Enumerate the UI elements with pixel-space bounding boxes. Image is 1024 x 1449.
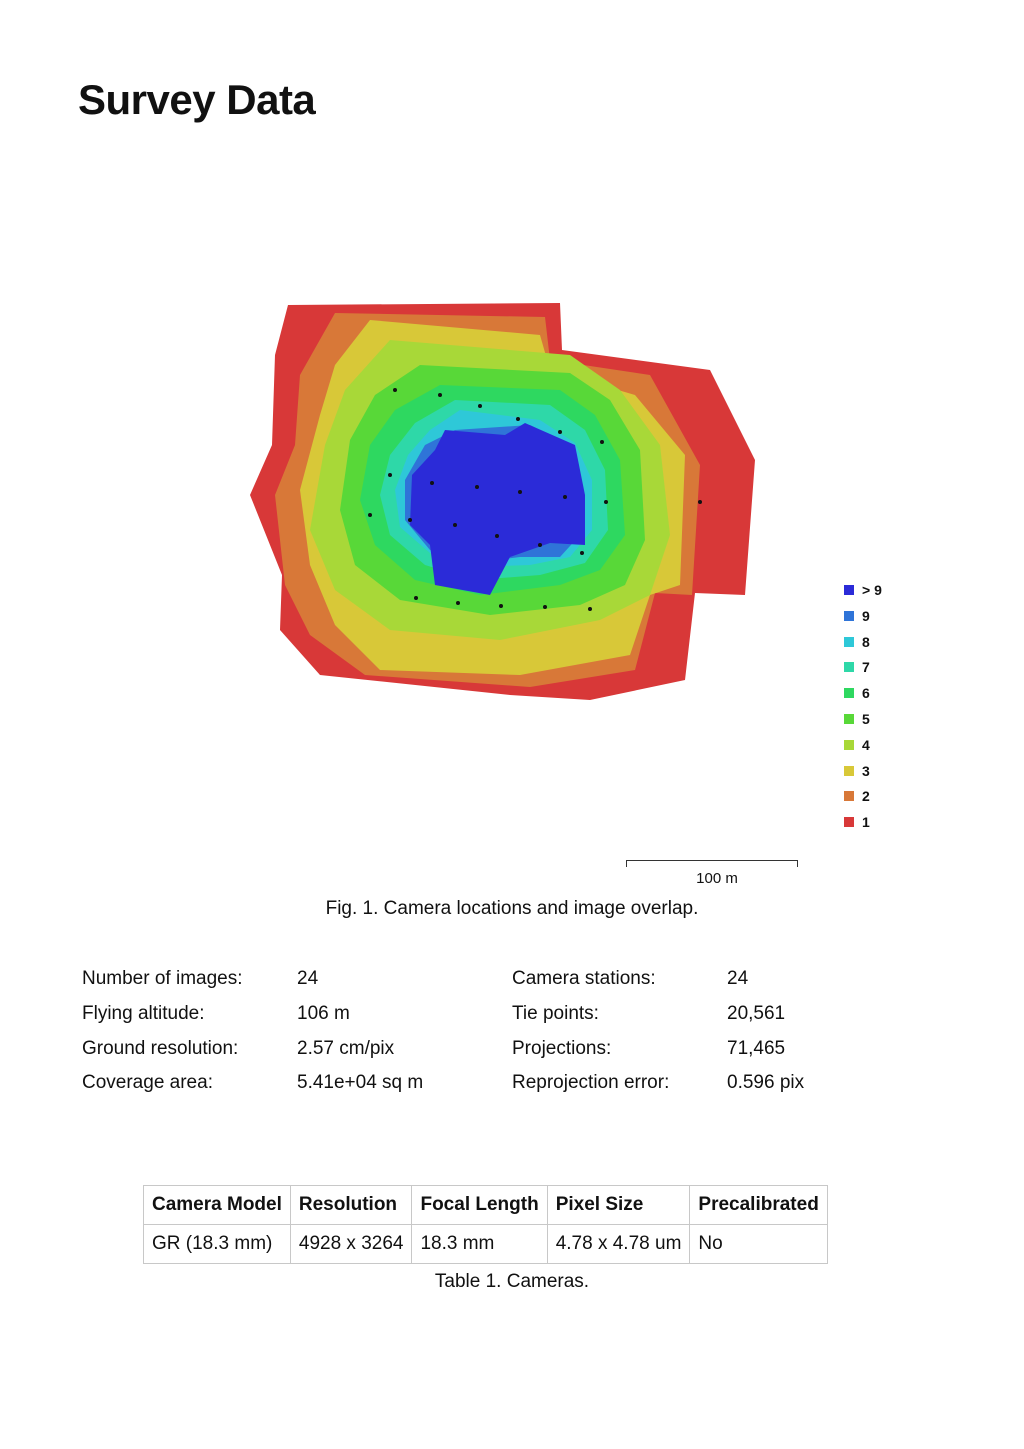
scale-bar: 100 m bbox=[626, 856, 798, 896]
table-header: Pixel Size bbox=[546, 1185, 691, 1225]
camera-location-dot bbox=[495, 534, 499, 538]
stat-label: Coverage area: bbox=[82, 1072, 213, 1093]
stat-value: 0.596 pix bbox=[727, 1072, 805, 1093]
legend-swatch bbox=[844, 662, 854, 673]
table-header: Precalibrated bbox=[689, 1185, 828, 1225]
camera-location-dot bbox=[393, 388, 397, 392]
camera-location-dot bbox=[408, 518, 412, 522]
stat-value: 20,561 bbox=[727, 1003, 786, 1024]
stat-label: Tie points: bbox=[512, 1003, 599, 1024]
camera-location-dot bbox=[368, 513, 372, 517]
legend-item: 1 bbox=[844, 812, 870, 832]
table-cell: 4.78 x 4.78 um bbox=[546, 1224, 691, 1264]
legend-label: 9 bbox=[862, 607, 870, 624]
stat-label: Camera stations: bbox=[512, 968, 656, 989]
camera-location-dot bbox=[588, 607, 592, 611]
stat-value: 106 m bbox=[297, 1003, 350, 1024]
legend-item: 3 bbox=[844, 761, 870, 781]
table-cell: No bbox=[689, 1224, 828, 1264]
camera-location-dot bbox=[580, 551, 584, 555]
legend-item: > 9 bbox=[844, 580, 882, 600]
table-header-row: Camera Model Resolution Focal Length Pix… bbox=[143, 1185, 828, 1225]
camera-location-dot bbox=[430, 481, 434, 485]
stat-value: 24 bbox=[297, 968, 319, 989]
legend-item: 2 bbox=[844, 786, 870, 806]
camera-location-dot bbox=[453, 523, 457, 527]
camera-location-dot bbox=[414, 596, 418, 600]
overlap-map bbox=[250, 303, 755, 700]
camera-location-dot bbox=[518, 490, 522, 494]
table-header: Resolution bbox=[289, 1185, 413, 1225]
legend-swatch bbox=[844, 817, 854, 828]
legend-swatch bbox=[844, 636, 854, 647]
stat-value: 24 bbox=[727, 968, 749, 989]
legend-swatch bbox=[844, 585, 854, 595]
table-header: Camera Model bbox=[143, 1185, 291, 1225]
stat-label: Reprojection error: bbox=[512, 1072, 670, 1093]
stat-label: Projections: bbox=[512, 1038, 612, 1059]
legend-item: 5 bbox=[844, 709, 870, 729]
legend-label: 5 bbox=[862, 711, 870, 727]
legend-swatch bbox=[844, 714, 854, 724]
camera-location-dot bbox=[499, 604, 503, 608]
cameras-table: Camera Model Resolution Focal Length Pix… bbox=[143, 1185, 828, 1264]
camera-location-dot bbox=[604, 500, 608, 504]
scale-bar-label: 100 m bbox=[696, 870, 738, 887]
legend-item: 6 bbox=[844, 683, 870, 703]
table-cell: 4928 x 3264 bbox=[289, 1224, 413, 1264]
legend-item: 7 bbox=[844, 657, 870, 677]
camera-location-dot bbox=[563, 495, 567, 499]
camera-location-dot bbox=[478, 404, 482, 408]
stat-value: 5.41e+04 sq m bbox=[297, 1072, 424, 1093]
legend-label: 4 bbox=[862, 736, 870, 753]
stat-label: Flying altitude: bbox=[82, 1003, 205, 1024]
page-title: Survey Data bbox=[78, 76, 316, 123]
camera-location-dot bbox=[538, 543, 542, 547]
camera-location-dot bbox=[438, 393, 442, 397]
camera-location-dot bbox=[516, 417, 520, 421]
table-caption: Table 1. Cameras. bbox=[434, 1271, 590, 1292]
camera-location-dot bbox=[475, 485, 479, 489]
table-row: GR (18.3 mm) 4928 x 3264 18.3 mm 4.78 x … bbox=[143, 1224, 828, 1264]
legend-swatch bbox=[844, 688, 854, 699]
legend-label: 1 bbox=[862, 814, 870, 831]
legend-swatch bbox=[844, 739, 854, 750]
stat-value: 71,465 bbox=[727, 1038, 786, 1059]
legend-label: 8 bbox=[862, 633, 870, 650]
camera-location-dot bbox=[698, 500, 702, 504]
legend-swatch bbox=[844, 791, 854, 802]
figure-caption: Fig. 1. Camera locations and image overl… bbox=[325, 898, 699, 919]
stat-value: 2.57 cm/pix bbox=[297, 1038, 395, 1059]
legend-label: 6 bbox=[862, 685, 870, 702]
table-cell: 18.3 mm bbox=[411, 1224, 548, 1264]
camera-location-dot bbox=[388, 473, 392, 477]
camera-location-dot bbox=[558, 430, 562, 434]
legend-item: 9 bbox=[844, 606, 870, 626]
legend-swatch bbox=[844, 765, 854, 776]
camera-location-dot bbox=[600, 440, 604, 444]
legend-label: > 9 bbox=[862, 582, 882, 598]
table-header: Focal Length bbox=[411, 1185, 548, 1225]
camera-location-dot bbox=[456, 601, 460, 605]
table-cell: GR (18.3 mm) bbox=[143, 1224, 291, 1264]
camera-location-dot bbox=[543, 605, 547, 609]
legend-item: 4 bbox=[844, 735, 870, 755]
legend-label: 7 bbox=[862, 659, 870, 676]
stat-label: Ground resolution: bbox=[82, 1038, 239, 1059]
legend-swatch bbox=[844, 610, 854, 621]
legend-label: 3 bbox=[862, 762, 870, 779]
legend-label: 2 bbox=[862, 788, 870, 805]
stat-label: Number of images: bbox=[82, 968, 243, 989]
legend-item: 8 bbox=[844, 632, 870, 652]
scale-bar-line bbox=[626, 860, 798, 867]
